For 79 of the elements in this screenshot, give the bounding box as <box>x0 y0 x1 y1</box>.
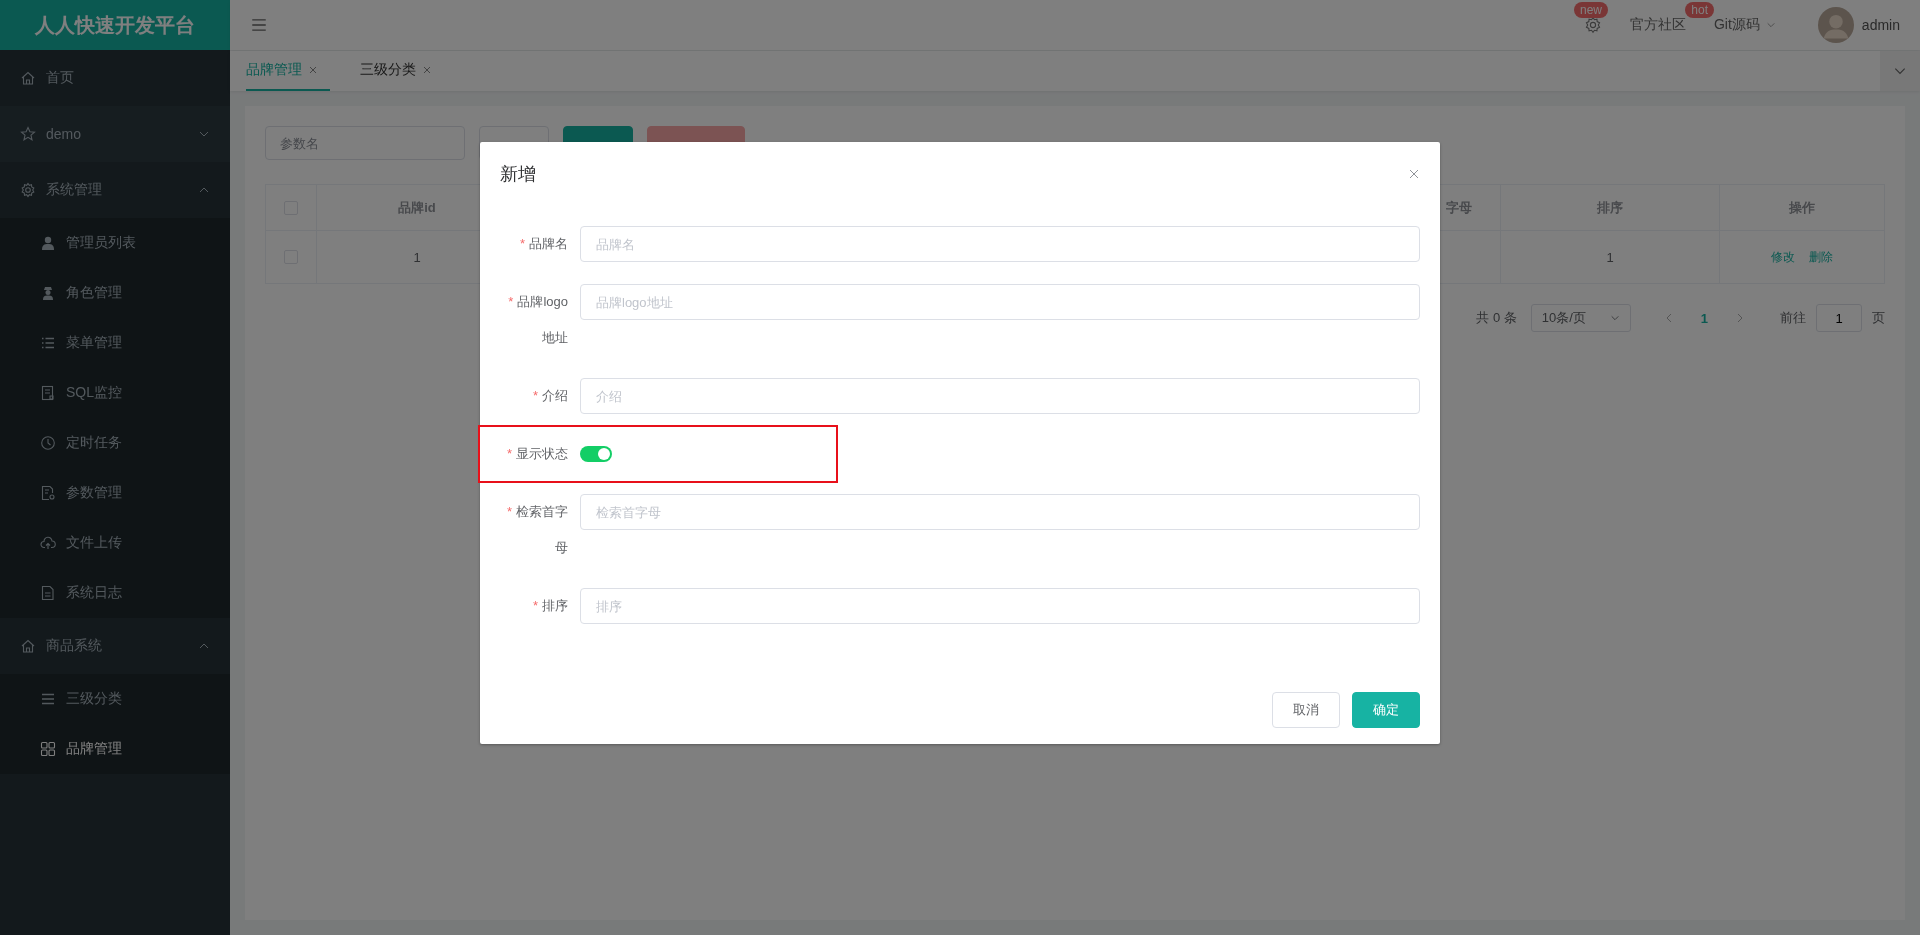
field-label: * 显示状态 <box>505 445 568 463</box>
sidebar-item[interactable]: 定时任务 <box>0 418 230 468</box>
sidebar-item[interactable]: 商品系统 <box>0 618 230 674</box>
sidebar-item[interactable]: demo <box>0 106 230 162</box>
menu-label: 菜单管理 <box>66 334 123 352</box>
sidebar-item[interactable]: 系统日志 <box>0 568 230 618</box>
menu-icon[interactable] <box>250 16 268 34</box>
menu-label: 系统管理 <box>46 181 103 199</box>
caret-icon <box>1765 20 1776 30</box>
menu-label: 系统日志 <box>66 584 123 602</box>
input-field[interactable]: 品牌名 <box>580 226 1420 262</box>
document-icon <box>40 385 56 401</box>
sidebar-item[interactable]: 角色管理 <box>0 268 230 318</box>
goto-label: 前往 <box>1780 309 1806 327</box>
person-icon <box>40 285 56 301</box>
document-gear-icon <box>40 485 56 501</box>
total-count: 共 0 条 <box>1476 309 1517 327</box>
house-icon <box>20 638 36 654</box>
menu-label: 角色管理 <box>66 284 123 302</box>
sidebar-item[interactable]: 菜单管理 <box>0 318 230 368</box>
menu-label: 定时任务 <box>66 434 123 452</box>
toggle-switch[interactable] <box>580 446 612 462</box>
confirm-button[interactable]: 确定 <box>1352 692 1420 728</box>
clock-icon <box>40 435 56 451</box>
page-size-select[interactable]: 10条/页 <box>1530 304 1631 332</box>
menu-label: demo <box>46 126 83 142</box>
list-icon <box>40 335 56 351</box>
sidebar-item[interactable]: 参数管理 <box>0 468 230 518</box>
page-label: 页 <box>1872 309 1885 327</box>
person-icon <box>40 235 56 251</box>
cancel-button[interactable]: 取消 <box>1272 692 1340 728</box>
grid-icon <box>40 741 56 757</box>
notification-badge: new <box>1573 2 1608 18</box>
page-number[interactable]: 1 <box>1694 310 1714 326</box>
avatar-icon[interactable] <box>1817 7 1854 43</box>
cloud-upload-icon <box>40 535 56 551</box>
community-link[interactable]: 官方社区 <box>1629 16 1686 34</box>
menu-label: 品牌管理 <box>66 740 123 758</box>
search-field[interactable]: 参数名 <box>265 126 465 160</box>
sidebar-item[interactable]: SQL监控 <box>0 368 230 418</box>
settings-icon[interactable] <box>1583 16 1602 34</box>
dialog-title: 新增 <box>500 163 536 186</box>
field-label: * 检索首字母 <box>505 503 568 557</box>
input-field[interactable]: 检索首字母 <box>580 494 1420 530</box>
sidebar-item[interactable]: 管理员列表 <box>0 218 230 268</box>
close-icon[interactable] <box>308 65 318 75</box>
menu-label: 管理员列表 <box>66 234 137 252</box>
input-field[interactable]: 品牌logo地址 <box>580 284 1420 320</box>
menu-label: 商品系统 <box>46 637 103 655</box>
sidebar-item[interactable]: 首页 <box>0 50 230 106</box>
input-field[interactable]: 介绍 <box>580 378 1420 414</box>
action-link[interactable]: 修改 <box>1771 248 1795 266</box>
house-icon <box>20 70 36 86</box>
settings-icon <box>20 182 36 198</box>
menu-label: SQL监控 <box>66 384 123 402</box>
field-label: * 品牌logo地址 <box>507 293 568 347</box>
notification-badge: hot <box>1685 2 1714 18</box>
menu-label: 首页 <box>46 69 75 87</box>
field-label: * 品牌名 <box>518 235 568 253</box>
close-icon[interactable] <box>422 65 432 75</box>
page-input[interactable]: 1 <box>1816 304 1862 332</box>
page-tab[interactable]: 三级分类 <box>360 51 444 91</box>
sidebar-item[interactable]: 系统管理 <box>0 162 230 218</box>
user-name[interactable]: admin <box>1861 17 1900 33</box>
caret-icon <box>1609 313 1620 323</box>
input-field[interactable]: 排序 <box>580 588 1420 624</box>
table-cell: 1 <box>1501 231 1720 283</box>
field-label: * 排序 <box>531 597 568 615</box>
menu-label: 参数管理 <box>66 484 123 502</box>
menu-icon <box>40 691 56 707</box>
sidebar-item[interactable]: 品牌管理 <box>0 724 230 774</box>
field-label: * 介绍 <box>531 387 568 405</box>
source-dropdown[interactable]: Git源码 <box>1713 16 1760 34</box>
action-link[interactable]: 删除 <box>1809 248 1833 266</box>
close-icon[interactable] <box>1408 168 1420 180</box>
document-icon <box>40 585 56 601</box>
star-icon <box>20 126 36 142</box>
page-tab[interactable]: 品牌管理 <box>246 51 330 91</box>
app-logo: 人人快速开发平台 <box>0 0 230 50</box>
